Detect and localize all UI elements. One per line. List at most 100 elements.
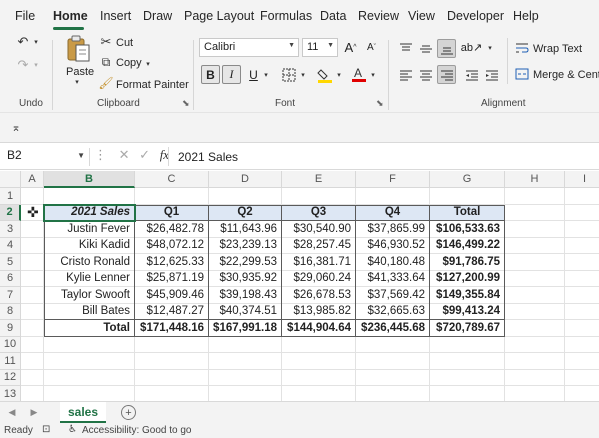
cancel-icon[interactable]: ✕ (119, 147, 130, 162)
tab-help[interactable]: Help (513, 9, 539, 23)
cut-button[interactable]: Cut (116, 37, 133, 49)
row-header-11[interactable]: 11 (0, 353, 21, 370)
total-value-cell[interactable]: $144,904.64 (282, 320, 356, 337)
cell[interactable] (565, 320, 599, 337)
column-header-g[interactable]: G (430, 171, 505, 188)
table-value-cell[interactable]: $106,533.63 (430, 221, 505, 238)
table-row-name[interactable]: Taylor Swooft (44, 287, 135, 304)
column-header-d[interactable]: D (209, 171, 282, 188)
table-title-cell[interactable]: 2021 Sales (44, 204, 135, 221)
paste-dropdown-icon[interactable]: ▾ (72, 77, 82, 87)
tab-draw[interactable]: Draw (143, 9, 172, 23)
cell[interactable] (565, 304, 599, 320)
column-header-a[interactable]: A (21, 171, 44, 188)
cell[interactable] (21, 303, 44, 320)
cell[interactable] (21, 270, 44, 287)
align-middle-icon[interactable] (416, 39, 435, 58)
tab-home[interactable]: Home (53, 9, 88, 23)
cell[interactable] (505, 204, 565, 221)
row-header-8[interactable]: 8 (0, 303, 21, 320)
borders-dropdown-icon[interactable]: ▾ (299, 70, 307, 80)
tab-formulas[interactable]: Formulas (260, 9, 312, 23)
row-header-2[interactable]: 2 (0, 204, 21, 221)
cell[interactable] (505, 336, 565, 353)
table-value-cell[interactable]: $13,985.82 (282, 303, 356, 320)
select-all-corner[interactable] (0, 171, 21, 188)
row-header-6[interactable]: 6 (0, 270, 21, 287)
scroll-right-icon[interactable]: ▶ (28, 405, 40, 419)
table-value-cell[interactable]: $37,865.99 (356, 221, 430, 238)
row-header-1[interactable]: 1 (0, 188, 21, 205)
cell[interactable] (565, 337, 599, 353)
increase-indent-icon[interactable] (482, 65, 501, 84)
table-value-cell[interactable]: $30,935.92 (209, 270, 282, 287)
add-sheet-button[interactable]: + (121, 405, 136, 420)
cell[interactable] (282, 369, 356, 386)
cell[interactable] (135, 369, 209, 386)
table-value-cell[interactable]: $40,374.51 (209, 303, 282, 320)
copy-dropdown-icon[interactable]: ▾ (143, 59, 153, 69)
cell[interactable] (565, 188, 599, 205)
cell[interactable] (565, 271, 599, 287)
cell[interactable] (209, 369, 282, 386)
redo-dropdown-icon[interactable]: ▾ (31, 58, 41, 72)
cell[interactable] (21, 287, 44, 304)
cell[interactable] (209, 353, 282, 370)
cell[interactable] (44, 369, 135, 386)
table-header-cell[interactable]: Q3 (282, 204, 356, 221)
cell[interactable] (430, 369, 505, 386)
column-header-i[interactable]: I (565, 171, 599, 188)
column-header-e[interactable]: E (282, 171, 356, 188)
column-header-b[interactable]: B (44, 171, 135, 188)
cell[interactable] (565, 221, 599, 238)
cell[interactable] (565, 370, 599, 386)
orientation-icon[interactable]: ab↗ (461, 38, 482, 57)
cell[interactable] (505, 221, 565, 238)
customize-toolbar-icon[interactable]: ⌅ (9, 120, 23, 134)
align-left-icon[interactable] (396, 65, 415, 84)
table-row-name[interactable]: Cristo Ronald (44, 254, 135, 271)
table-value-cell[interactable]: $26,678.53 (282, 287, 356, 304)
formula-input[interactable]: 2021 Sales (178, 150, 238, 164)
decrease-font-size-button[interactable]: Aˇ (362, 38, 381, 57)
underline-button[interactable]: U (244, 65, 263, 84)
cell[interactable] (21, 188, 44, 205)
table-value-cell[interactable]: $23,239.13 (209, 237, 282, 254)
cell[interactable] (505, 320, 565, 337)
decrease-indent-icon[interactable] (462, 65, 481, 84)
tab-data[interactable]: Data (320, 9, 346, 23)
table-value-cell[interactable]: $25,871.19 (135, 270, 209, 287)
cell[interactable] (565, 353, 599, 370)
table-value-cell[interactable]: $146,499.22 (430, 237, 505, 254)
row-header-4[interactable]: 4 (0, 237, 21, 254)
cell[interactable] (565, 205, 599, 221)
undo-icon[interactable]: ↶ (14, 33, 32, 51)
align-center-icon[interactable] (416, 65, 435, 84)
cell[interactable] (505, 254, 565, 271)
table-row-name[interactable]: Justin Fever (44, 221, 135, 238)
table-value-cell[interactable]: $46,930.52 (356, 237, 430, 254)
row-header-9[interactable]: 9 (0, 320, 21, 337)
wrap-text-button[interactable]: Wrap Text (533, 43, 582, 55)
cell[interactable] (565, 238, 599, 254)
font-color-dropdown-icon[interactable]: ▾ (369, 70, 377, 80)
fill-color-icon[interactable] (316, 65, 334, 84)
cell[interactable] (44, 336, 135, 353)
font-name-select[interactable]: Calibri ▼ (199, 38, 299, 57)
bold-button[interactable]: B (201, 65, 220, 84)
align-bottom-icon[interactable] (437, 39, 456, 58)
table-value-cell[interactable]: $37,569.42 (356, 287, 430, 304)
column-header-c[interactable]: C (135, 171, 209, 188)
total-value-cell[interactable]: $720,789.67 (430, 320, 505, 337)
total-value-cell[interactable]: $171,448.16 (135, 320, 209, 337)
column-header-f[interactable]: F (356, 171, 430, 188)
table-value-cell[interactable]: $12,487.27 (135, 303, 209, 320)
cell[interactable] (356, 188, 430, 205)
cell[interactable] (430, 336, 505, 353)
accessibility-icon[interactable]: ♿ (68, 424, 77, 435)
cell[interactable] (135, 353, 209, 370)
cell[interactable] (209, 188, 282, 205)
table-value-cell[interactable]: $99,413.24 (430, 303, 505, 320)
cell[interactable] (44, 188, 135, 205)
table-row-name[interactable]: Kiki Kadid (44, 237, 135, 254)
